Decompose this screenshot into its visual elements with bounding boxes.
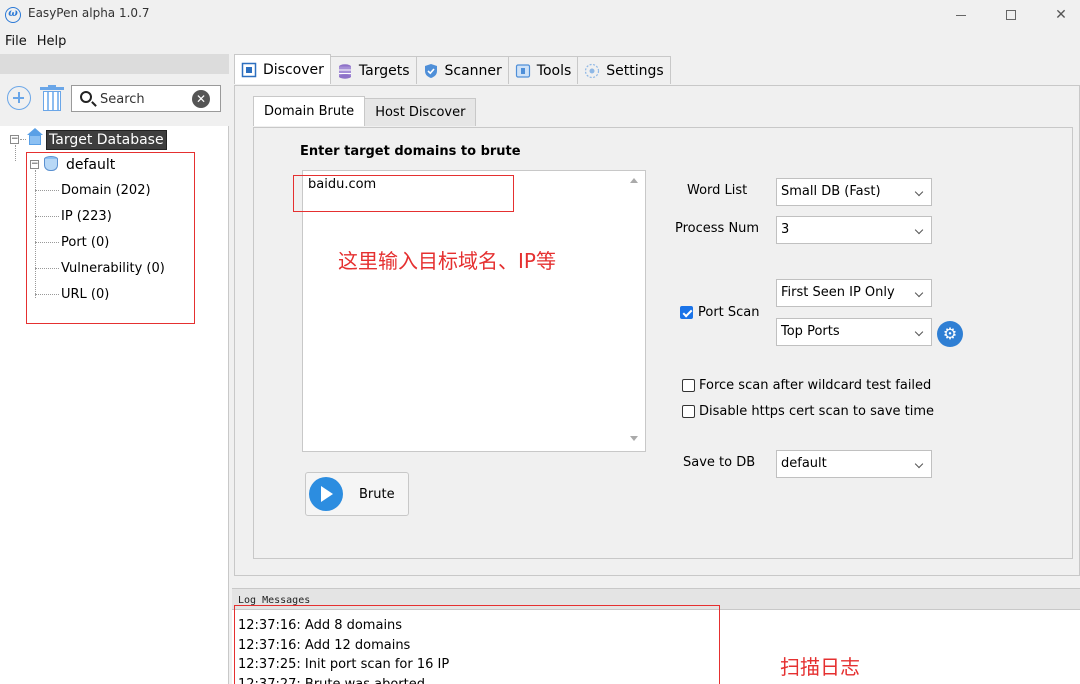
main-tabs: Discover Targets Scanner Tools Settings <box>234 54 671 86</box>
port-settings-gear-icon[interactable]: ⚙ <box>937 321 963 347</box>
discover-icon <box>241 62 257 78</box>
tools-icon <box>515 63 531 79</box>
disable-https-checkbox[interactable] <box>682 405 695 418</box>
search-input[interactable] <box>100 89 190 109</box>
tree-highlight-box <box>26 152 195 324</box>
force-scan-label: Force scan after wildcard test failed <box>699 378 932 393</box>
app-logo-icon: ω <box>5 7 21 23</box>
scroll-up-icon[interactable] <box>630 178 638 183</box>
word-list-select[interactable]: Small DB (Fast) <box>776 178 932 206</box>
force-scan-checkbox[interactable] <box>682 379 695 392</box>
chevron-down-icon <box>914 288 924 298</box>
discover-subtabs: Domain Brute Host Discover <box>253 96 477 128</box>
tree-root-target-database[interactable]: Target Database <box>46 130 167 150</box>
input-hint-annotation: 这里输入目标域名、IP等 <box>338 249 556 273</box>
title-bar: ω EasyPen alpha 1.0.7 ✕ <box>0 0 1080 30</box>
chevron-down-icon <box>914 187 924 197</box>
tab-domain-brute[interactable]: Domain Brute <box>253 96 366 126</box>
collapse-root-icon[interactable]: − <box>10 135 19 144</box>
play-icon <box>309 477 343 511</box>
tab-targets[interactable]: Targets <box>329 56 417 84</box>
menu-help[interactable]: Help <box>32 32 72 52</box>
word-list-label: Word List <box>687 183 748 198</box>
tab-discover[interactable]: Discover <box>234 54 331 84</box>
clear-search-icon[interactable]: ✕ <box>192 90 210 108</box>
maximize-button[interactable] <box>986 0 1036 30</box>
add-target-icon[interactable] <box>7 86 31 110</box>
menu-file[interactable]: File <box>0 32 32 52</box>
section-title: Enter target domains to brute <box>300 144 521 159</box>
database-stack-icon <box>337 63 353 79</box>
home-icon <box>26 128 44 146</box>
close-button[interactable]: ✕ <box>1036 0 1080 30</box>
tab-scanner[interactable]: Scanner <box>415 56 509 84</box>
save-to-db-label: Save to DB <box>683 455 756 470</box>
brute-button[interactable]: Brute <box>305 472 409 516</box>
port-scan-label: Port Scan <box>698 305 760 320</box>
maximize-icon <box>1006 10 1016 20</box>
log-highlight-box <box>234 605 720 684</box>
chevron-down-icon <box>914 459 924 469</box>
domains-input[interactable]: baidu.com <box>302 170 646 452</box>
close-icon: ✕ <box>1055 7 1067 23</box>
window-title: EasyPen alpha 1.0.7 <box>28 6 150 20</box>
search-icon <box>80 91 92 103</box>
input-highlight-box <box>293 175 514 212</box>
process-num-label: Process Num <box>675 221 760 236</box>
tab-host-discover[interactable]: Host Discover <box>364 98 477 126</box>
minimize-button[interactable] <box>936 0 986 30</box>
port-scan-mode-select[interactable]: First Seen IP Only <box>776 279 932 307</box>
search-box: ✕ <box>71 85 221 112</box>
panel-header <box>0 54 229 74</box>
port-scan-checkbox[interactable] <box>680 306 693 319</box>
minimize-icon <box>956 14 966 16</box>
tab-settings[interactable]: Settings <box>577 56 671 84</box>
save-to-db-select[interactable]: default <box>776 450 932 478</box>
scroll-down-icon[interactable] <box>630 436 638 441</box>
log-hint-annotation: 扫描日志 <box>780 655 860 679</box>
chevron-down-icon <box>914 225 924 235</box>
target-panel: ✕ − Target Database − default Domain (20… <box>0 54 229 684</box>
process-num-select[interactable]: 3 <box>776 216 932 244</box>
main-area: Discover Targets Scanner Tools Settings <box>232 54 1080 582</box>
tab-tools[interactable]: Tools <box>507 56 579 84</box>
shield-icon <box>423 63 439 79</box>
disable-https-label: Disable https cert scan to save time <box>699 404 935 419</box>
settings-icon <box>584 63 600 79</box>
delete-target-icon[interactable] <box>40 85 64 111</box>
menu-bar: File Help <box>0 32 71 52</box>
chevron-down-icon <box>914 327 924 337</box>
port-scan-ports-select[interactable]: Top Ports <box>776 318 932 346</box>
